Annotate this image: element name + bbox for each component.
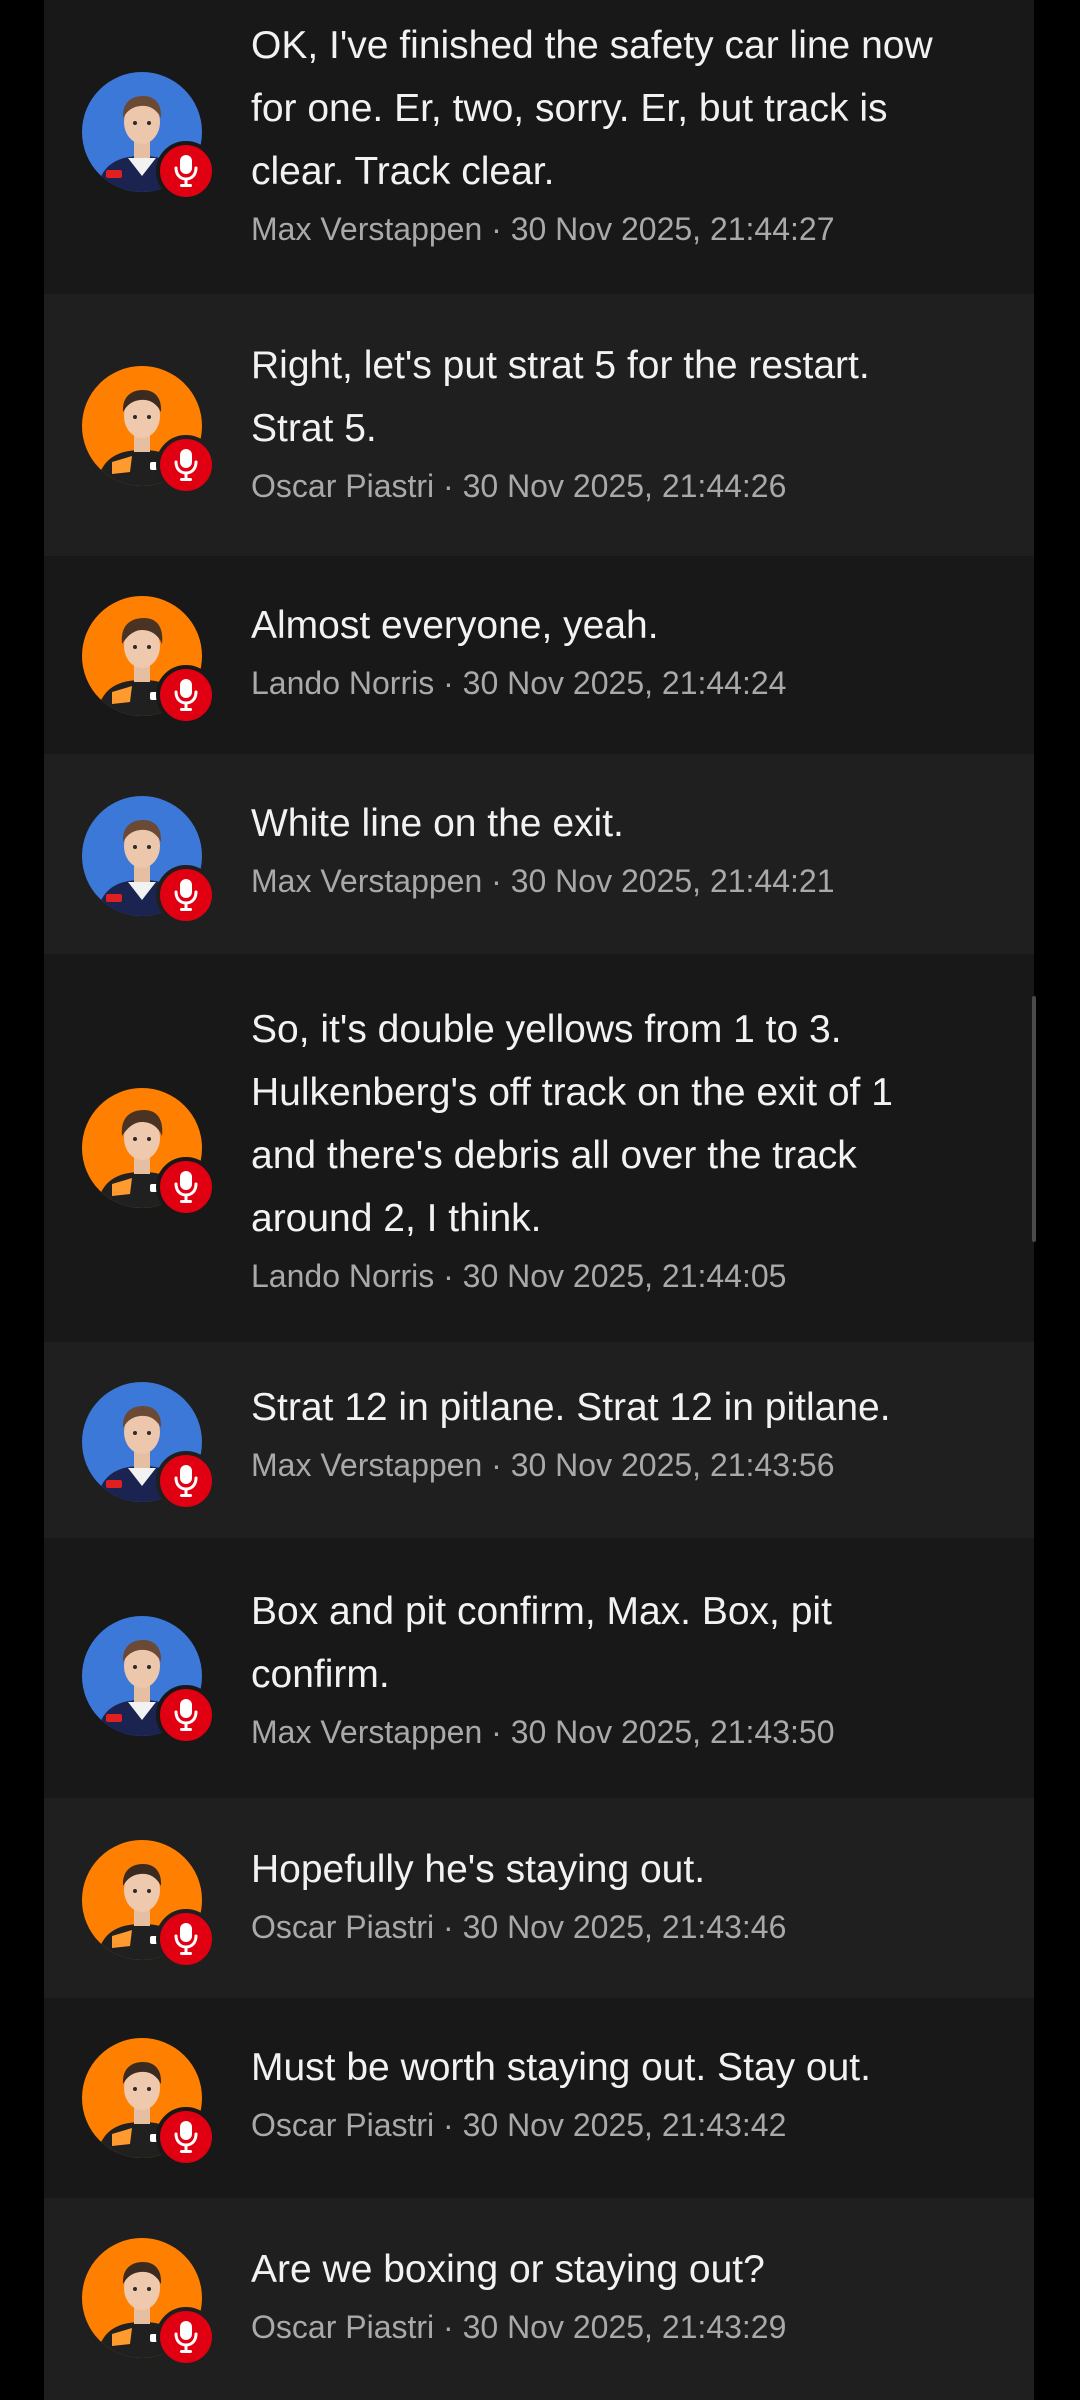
message-item[interactable]: Are we boxing or staying out? Oscar Pias…: [44, 2198, 1034, 2400]
avatar-piastri[interactable]: [82, 2038, 216, 2167]
avatar-norris[interactable]: [82, 596, 216, 725]
message-text: Box and pit confirm, Max. Box, pit confi…: [251, 1590, 832, 1696]
avatar-verstappen[interactable]: [82, 796, 216, 925]
message-text: Right, let's put strat 5 for the restart…: [251, 344, 870, 450]
message-meta: Oscar Piastri · 30 Nov 2025, 21:43:46: [251, 1909, 787, 1945]
message-meta: Max Verstappen · 30 Nov 2025, 21:43:56: [251, 1447, 835, 1483]
avatar-verstappen[interactable]: [82, 1382, 216, 1511]
avatar-piastri[interactable]: [82, 1840, 216, 1969]
message-item[interactable]: Strat 12 in pitlane. Strat 12 in pitlane…: [44, 1342, 1034, 1538]
message-item[interactable]: White line on the exit. Max Verstappen ·…: [44, 754, 1034, 954]
message-text: Almost everyone, yeah.: [251, 604, 659, 647]
microphone-icon: [156, 141, 216, 201]
avatar-piastri[interactable]: [82, 366, 216, 495]
avatar-verstappen[interactable]: [82, 1616, 216, 1745]
message-text: White line on the exit.: [251, 802, 624, 845]
message-meta: Max Verstappen · 30 Nov 2025, 21:43:50: [251, 1714, 835, 1750]
microphone-icon: [156, 1685, 216, 1745]
message-meta: Oscar Piastri · 30 Nov 2025, 21:43:42: [251, 2107, 787, 2143]
microphone-icon: [156, 1451, 216, 1511]
microphone-icon: [156, 1157, 216, 1217]
microphone-icon: [156, 2307, 216, 2367]
message-text: Are we boxing or staying out?: [251, 2248, 765, 2291]
microphone-icon: [156, 435, 216, 495]
message-item[interactable]: OK, I've finished the safety car line no…: [44, 0, 1034, 294]
microphone-icon: [156, 1909, 216, 1969]
avatar-norris[interactable]: [82, 1088, 216, 1217]
message-meta: Oscar Piastri · 30 Nov 2025, 21:43:29: [251, 2309, 787, 2345]
message-text: OK, I've finished the safety car line no…: [251, 24, 933, 193]
message-text: Strat 12 in pitlane. Strat 12 in pitlane…: [251, 1386, 891, 1429]
avatar-piastri[interactable]: [82, 2238, 216, 2367]
message-text: Hopefully he's staying out.: [251, 1848, 706, 1891]
avatar-verstappen[interactable]: [82, 72, 216, 201]
message-item[interactable]: So, it's double yellows from 1 to 3. Hul…: [44, 954, 1034, 1342]
message-item[interactable]: Right, let's put strat 5 for the restart…: [44, 294, 1034, 556]
message-text: Must be worth staying out. Stay out.: [251, 2046, 871, 2089]
message-text: So, it's double yellows from 1 to 3. Hul…: [251, 1008, 893, 1240]
message-meta: Max Verstappen · 30 Nov 2025, 21:44:21: [251, 863, 835, 899]
microphone-icon: [156, 865, 216, 925]
message-item[interactable]: Almost everyone, yeah. Lando Norris · 30…: [44, 556, 1034, 754]
message-item[interactable]: Must be worth staying out. Stay out. Osc…: [44, 1998, 1034, 2198]
scrollbar-thumb[interactable]: [1032, 996, 1036, 1242]
message-meta: Max Verstappen · 30 Nov 2025, 21:44:27: [251, 211, 835, 247]
message-item[interactable]: Hopefully he's staying out. Oscar Piastr…: [44, 1798, 1034, 1998]
microphone-icon: [156, 2107, 216, 2167]
message-item[interactable]: Box and pit confirm, Max. Box, pit confi…: [44, 1538, 1034, 1798]
message-meta: Oscar Piastri · 30 Nov 2025, 21:44:26: [251, 468, 787, 504]
message-meta: Lando Norris · 30 Nov 2025, 21:44:05: [251, 1258, 787, 1294]
radio-message-feed[interactable]: OK, I've finished the safety car line no…: [44, 0, 1034, 2400]
message-meta: Lando Norris · 30 Nov 2025, 21:44:24: [251, 665, 787, 701]
microphone-icon: [156, 665, 216, 725]
